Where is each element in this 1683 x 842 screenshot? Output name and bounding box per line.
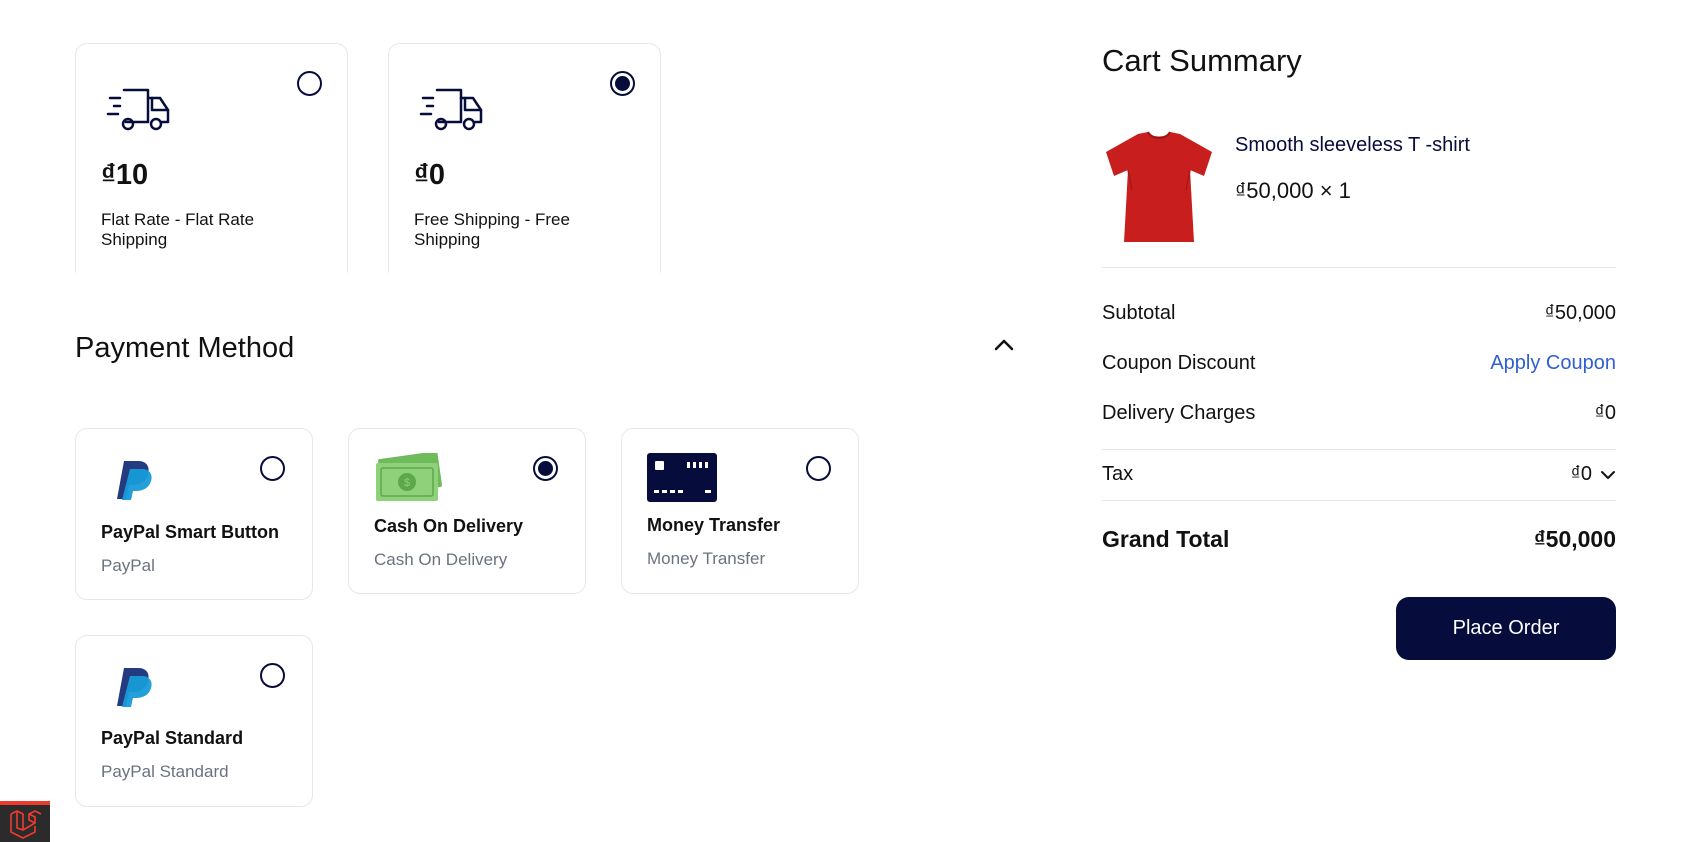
- cart-summary-title: Cart Summary: [1102, 43, 1302, 78]
- shipping-label: Flat Rate - Flat Rate Shipping: [101, 210, 255, 249]
- shipping-radio[interactable]: [297, 71, 322, 96]
- chevron-up-icon[interactable]: [993, 338, 1015, 352]
- payment-radio[interactable]: [260, 663, 285, 688]
- divider: [1102, 449, 1616, 450]
- truck-icon: [419, 88, 483, 131]
- chevron-down-icon[interactable]: [1600, 470, 1616, 480]
- payment-title: Cash On Delivery: [374, 516, 524, 536]
- divider: [1102, 500, 1616, 501]
- grand-total-value: ₫50,000: [1533, 526, 1616, 552]
- divider: [1102, 267, 1616, 268]
- shipping-option-flat-rate[interactable]: ₫10 Flat Rate - Flat Rate Shipping: [75, 43, 348, 273]
- tax-value: ₫0: [1570, 463, 1592, 485]
- payment-method-title: Payment Method: [75, 332, 295, 364]
- cash-icon: $: [376, 453, 442, 501]
- payment-option-paypal-smart[interactable]: PayPal Smart Button PayPal: [75, 428, 313, 600]
- payment-option-paypal-standard[interactable]: PayPal Standard PayPal Standard: [75, 635, 313, 807]
- shipping-radio-selected[interactable]: [610, 71, 635, 96]
- truck-icon: [106, 88, 170, 131]
- payment-title: PayPal Standard: [101, 728, 244, 748]
- payment-option-money-transfer[interactable]: Money Transfer Money Transfer: [621, 428, 859, 594]
- tax-toggle[interactable]: ₫0: [1571, 463, 1616, 486]
- laravel-debugbar-toggle[interactable]: [0, 801, 50, 842]
- paypal-logo-icon: [117, 668, 152, 707]
- paypal-logo-icon: [117, 461, 152, 500]
- grand-total-label: Grand Total: [1102, 526, 1230, 552]
- delivery-value: ₫0: [1594, 402, 1616, 424]
- payment-subtitle: Cash On Delivery: [374, 550, 508, 569]
- shipping-option-free[interactable]: ₫0 Free Shipping - Free Shipping: [388, 43, 661, 273]
- product-price-qty: ₫50,000 × 1: [1235, 178, 1351, 203]
- tax-label: Tax: [1102, 463, 1134, 485]
- subtotal-label: Subtotal: [1102, 302, 1176, 324]
- payment-radio[interactable]: [260, 456, 285, 481]
- payment-radio-selected[interactable]: [533, 456, 558, 481]
- place-order-button[interactable]: Place Order: [1396, 597, 1616, 660]
- payment-option-cash-on-delivery[interactable]: $ Cash On Delivery Cash On Delivery: [348, 428, 586, 594]
- payment-subtitle: PayPal Standard: [101, 762, 229, 781]
- card-icon: [647, 453, 717, 502]
- payment-subtitle: PayPal: [101, 556, 155, 575]
- shipping-label: Free Shipping - Free Shipping: [414, 210, 570, 249]
- shipping-price: ₫0: [414, 159, 446, 191]
- shipping-price: ₫10: [101, 159, 149, 191]
- payment-radio[interactable]: [806, 456, 831, 481]
- coupon-label: Coupon Discount: [1102, 352, 1256, 374]
- delivery-label: Delivery Charges: [1102, 402, 1256, 424]
- laravel-logo-icon: [10, 810, 42, 839]
- product-image: [1106, 131, 1212, 242]
- subtotal-value: ₫50,000: [1544, 302, 1616, 324]
- payment-subtitle: Money Transfer: [647, 549, 766, 568]
- payment-title: PayPal Smart Button: [101, 522, 280, 542]
- payment-title: Money Transfer: [647, 515, 781, 535]
- apply-coupon-link[interactable]: Apply Coupon: [1490, 352, 1616, 375]
- product-name[interactable]: Smooth sleeveless T -shirt: [1235, 134, 1470, 157]
- svg-text:$: $: [404, 477, 410, 489]
